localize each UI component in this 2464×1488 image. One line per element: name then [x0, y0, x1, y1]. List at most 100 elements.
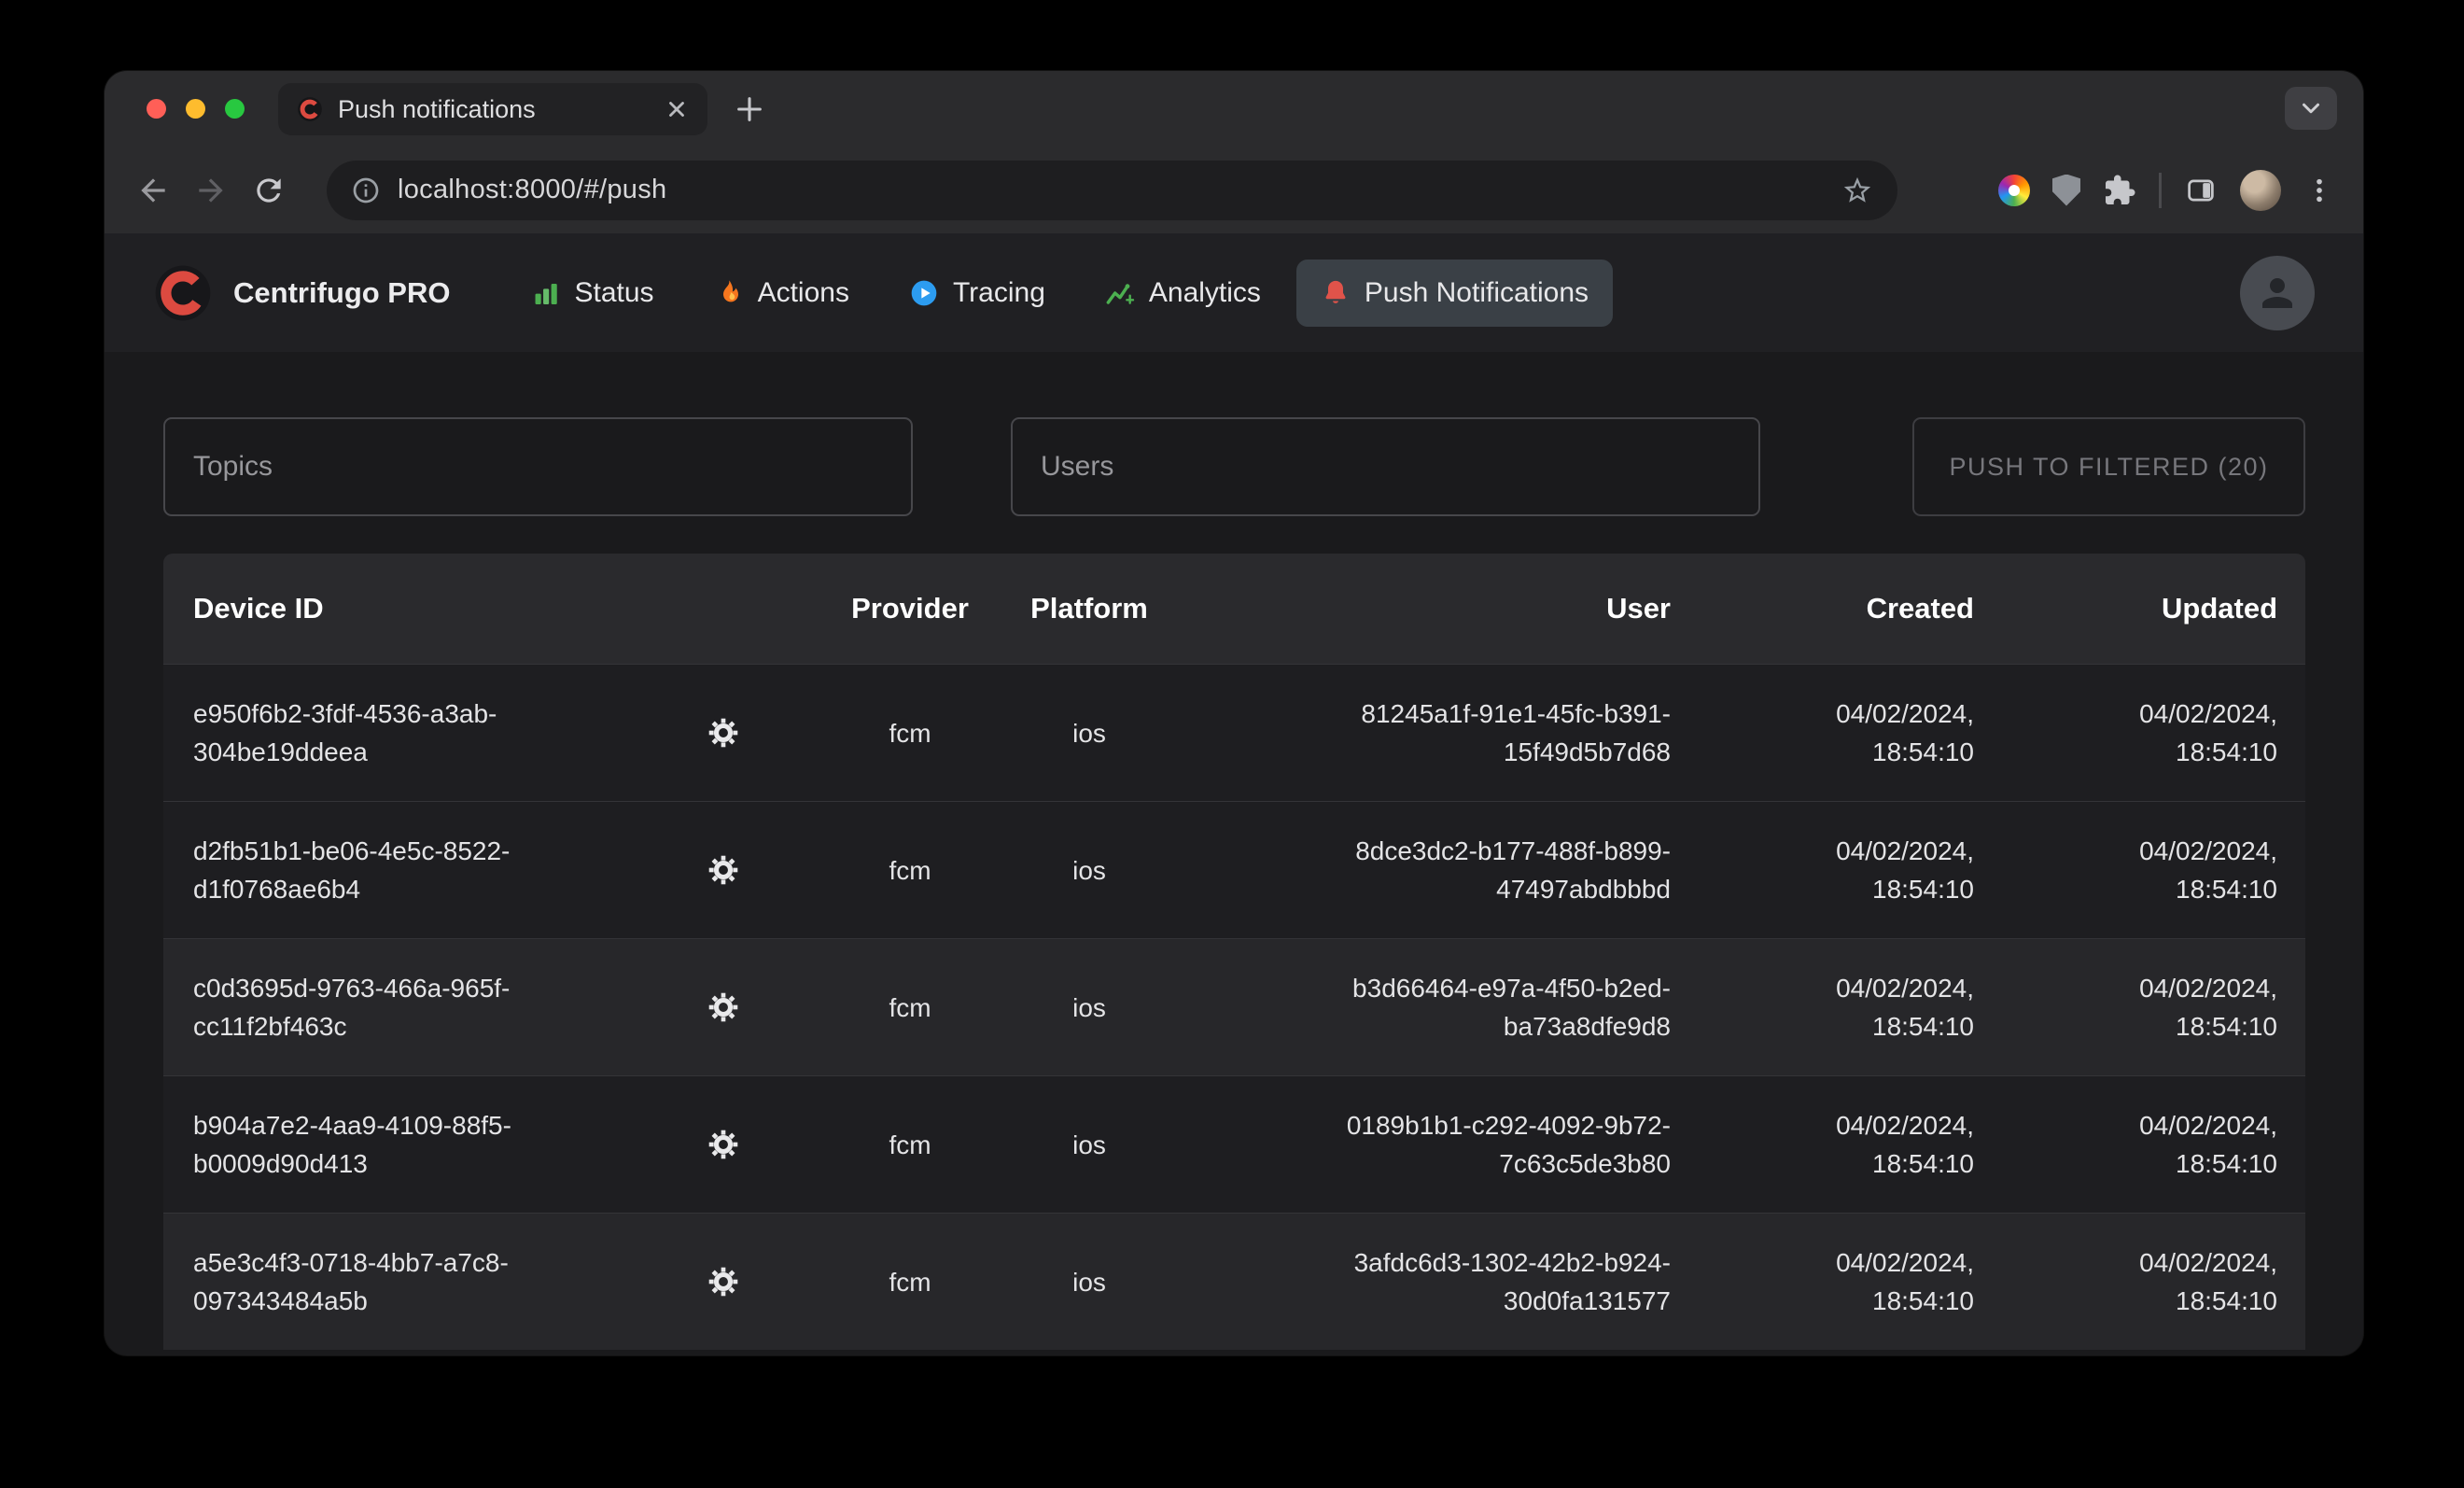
device-settings-gear-icon[interactable] — [695, 1116, 751, 1172]
cell-user: 3afdc6d3-1302-42b2-b924-30d0fa131577 — [1194, 1243, 1671, 1320]
column-header-user: User — [1194, 592, 1671, 625]
browser-menu-kebab-icon[interactable] — [2303, 175, 2335, 206]
flame-icon — [714, 278, 744, 308]
devices-table: Device ID Provider Platform User Created… — [163, 554, 2305, 1350]
cell-platform: ios — [985, 1263, 1194, 1301]
users-input[interactable] — [1011, 417, 1760, 516]
cell-device-id: b904a7e2-4aa9-4109-88f5-b0009d90d413 — [163, 1106, 611, 1183]
cell-actions — [611, 705, 835, 761]
adblock-shield-extension-icon[interactable] — [2052, 175, 2080, 206]
cell-device-id: e950f6b2-3fdf-4536-a3ab-304be19ddeea — [163, 695, 611, 771]
nav-label: Analytics — [1149, 277, 1261, 309]
extensions-puzzle-icon[interactable] — [2103, 174, 2136, 207]
nav-item-analytics[interactable]: Analytics — [1081, 260, 1285, 327]
cell-updated: 04/02/2024, 18:54:10 — [1974, 832, 2277, 908]
tab-close-icon[interactable] — [665, 97, 689, 121]
nav-item-tracing[interactable]: Tracing — [885, 260, 1070, 327]
filter-row: PUSH TO FILTERED (20) — [163, 417, 2305, 516]
device-settings-gear-icon[interactable] — [695, 979, 751, 1035]
app-header: Centrifugo PRO Status — [105, 233, 2363, 352]
toolbar-separator — [2159, 173, 2162, 208]
cell-platform: ios — [985, 1126, 1194, 1164]
brand-home-link[interactable]: Centrifugo PRO — [153, 263, 451, 323]
browser-window: Push notifications — [105, 71, 2363, 1355]
back-icon[interactable] — [133, 170, 174, 211]
cell-user: b3d66464-e97a-4f50-b2ed-ba73a8dfe9d8 — [1194, 969, 1671, 1046]
cell-actions — [611, 842, 835, 898]
cell-actions — [611, 1116, 835, 1172]
address-bar[interactable]: localhost:8000/#/push — [327, 161, 1897, 220]
devices-table-body: e950f6b2-3fdf-4536-a3ab-304be19ddeea — [163, 664, 2305, 1350]
tab-title: Push notifications — [338, 95, 650, 124]
url-text: localhost:8000/#/push — [398, 175, 1825, 205]
cell-updated: 04/02/2024, 18:54:10 — [1974, 695, 2277, 771]
cell-created: 04/02/2024, 18:54:10 — [1671, 695, 1974, 771]
push-to-filtered-button[interactable]: PUSH TO FILTERED (20) — [1912, 417, 2305, 516]
cell-provider: fcm — [835, 714, 985, 752]
cell-device-id: d2fb51b1-be06-4e5c-8522-d1f0768ae6b4 — [163, 832, 611, 908]
tab-favicon-centrifugo-logo-icon — [297, 96, 323, 122]
cell-provider: fcm — [835, 1126, 985, 1164]
column-header-created: Created — [1671, 592, 1974, 625]
cell-platform: ios — [985, 989, 1194, 1027]
user-account-avatar[interactable] — [2240, 256, 2315, 330]
nav-item-push-notifications[interactable]: Push Notifications — [1296, 260, 1613, 327]
cell-updated: 04/02/2024, 18:54:10 — [1974, 1106, 2277, 1183]
device-settings-gear-icon[interactable] — [695, 705, 751, 761]
device-settings-gear-icon[interactable] — [695, 1254, 751, 1310]
cell-user: 8dce3dc2-b177-488f-b899-47497abdbbbd — [1194, 832, 1671, 908]
nav-item-status[interactable]: Status — [507, 260, 679, 327]
column-header-device-id: Device ID — [163, 592, 611, 625]
browser-tab-strip: Push notifications — [105, 71, 2363, 147]
cell-device-id: a5e3c4f3-0718-4bb7-a7c8-097343484a5b — [163, 1243, 611, 1320]
column-header-platform: Platform — [985, 592, 1194, 625]
new-tab-button[interactable] — [728, 88, 771, 131]
table-row[interactable]: b904a7e2-4aa9-4109-88f5-b0009d90d413 — [163, 1075, 2305, 1213]
nav-label: Status — [575, 277, 654, 309]
cell-created: 04/02/2024, 18:54:10 — [1671, 1106, 1974, 1183]
tab-search-chevron-down-icon[interactable] — [2285, 87, 2337, 130]
cell-user: 0189b1b1-c292-4092-9b72-7c63c5de3b80 — [1194, 1106, 1671, 1183]
play-circle-icon — [909, 278, 939, 308]
colorful-extension-icon[interactable] — [1998, 175, 2030, 206]
table-row[interactable]: d2fb51b1-be06-4e5c-8522-d1f0768ae6b4 — [163, 801, 2305, 938]
cell-user: 81245a1f-91e1-45fc-b391-15f49d5b7d68 — [1194, 695, 1671, 771]
toolbar-right-icons — [1998, 170, 2335, 211]
devices-table-header: Device ID Provider Platform User Created… — [163, 554, 2305, 664]
cell-created: 04/02/2024, 18:54:10 — [1671, 969, 1974, 1046]
nav-label: Actions — [758, 277, 849, 309]
browser-profile-avatar[interactable] — [2240, 170, 2281, 211]
window-controls — [147, 99, 245, 119]
minimize-window-button[interactable] — [186, 99, 205, 119]
nav-label: Push Notifications — [1365, 277, 1589, 309]
cell-device-id: c0d3695d-9763-466a-965f-cc11f2bf463c — [163, 969, 611, 1046]
cell-created: 04/02/2024, 18:54:10 — [1671, 832, 1974, 908]
cell-created: 04/02/2024, 18:54:10 — [1671, 1243, 1974, 1320]
reload-icon[interactable] — [248, 170, 289, 211]
device-settings-gear-icon[interactable] — [695, 842, 751, 898]
table-row[interactable]: e950f6b2-3fdf-4536-a3ab-304be19ddeea — [163, 664, 2305, 801]
main-navigation: Status Actions Tracing — [507, 260, 1614, 327]
close-window-button[interactable] — [147, 99, 166, 119]
nav-label: Tracing — [953, 277, 1045, 309]
bell-icon — [1321, 278, 1351, 308]
push-notifications-page: PUSH TO FILTERED (20) Device ID Provider… — [105, 352, 2363, 1350]
bar-chart-icon — [531, 278, 561, 308]
cell-provider: fcm — [835, 851, 985, 890]
cell-actions — [611, 1254, 835, 1310]
site-info-icon[interactable] — [351, 175, 381, 205]
table-row[interactable]: a5e3c4f3-0718-4bb7-a7c8-097343484a5b — [163, 1213, 2305, 1350]
cell-provider: fcm — [835, 989, 985, 1027]
nav-item-actions[interactable]: Actions — [690, 260, 874, 327]
topics-input[interactable] — [163, 417, 913, 516]
cell-actions — [611, 979, 835, 1035]
bookmark-star-icon[interactable] — [1841, 175, 1873, 206]
forward-icon[interactable] — [190, 170, 231, 211]
table-row[interactable]: c0d3695d-9763-466a-965f-cc11f2bf463c — [163, 938, 2305, 1075]
cell-updated: 04/02/2024, 18:54:10 — [1974, 1243, 2277, 1320]
browser-tab[interactable]: Push notifications — [278, 83, 707, 135]
cell-platform: ios — [985, 714, 1194, 752]
column-header-provider: Provider — [835, 592, 985, 625]
fullscreen-window-button[interactable] — [225, 99, 245, 119]
side-panel-icon[interactable] — [2184, 174, 2218, 207]
